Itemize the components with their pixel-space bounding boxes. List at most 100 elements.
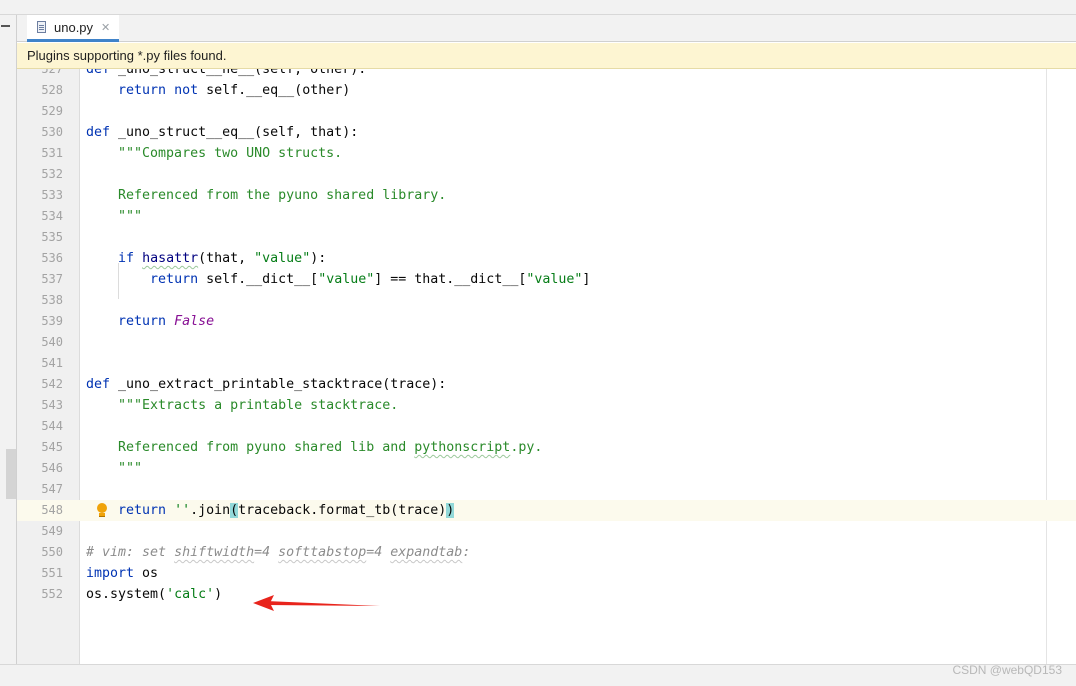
code-token: os.system( <box>86 587 167 602</box>
line-number: 535 <box>41 230 63 244</box>
code-line[interactable]: 536 if hasattr(that, "value"): <box>17 248 1076 269</box>
code-line[interactable]: 547 <box>17 479 1076 500</box>
line-number: 546 <box>41 461 63 475</box>
code-line[interactable]: 543 """Extracts a printable stacktrace. <box>17 395 1076 416</box>
keyword: return <box>118 503 167 518</box>
lightbulb-icon[interactable] <box>96 503 108 519</box>
line-number: 539 <box>41 314 63 328</box>
code-token: ] == that.__dict__[ <box>374 272 527 287</box>
notification-text: Plugins supporting *.py files found. <box>27 48 227 63</box>
code-line[interactable]: 550 # vim: set shiftwidth=4 softtabstop=… <box>17 542 1076 563</box>
top-strip <box>0 0 1076 15</box>
code-token: self.__dict__[ <box>198 272 319 287</box>
code-line[interactable]: 528 return not self.__eq__(other) <box>17 80 1076 101</box>
comment-token: =4 <box>254 545 279 560</box>
watermark-text: CSDN @webQD153 <box>952 663 1062 677</box>
plugin-notification-banner: Plugins supporting *.py files found. <box>17 43 1076 69</box>
code-line[interactable]: 552 os.system('calc') <box>17 584 1076 605</box>
comment: # vim: set shiftwidth=4 softtabstop=4 ex… <box>86 542 470 563</box>
code-line[interactable]: 530 def _uno_struct__eq__(self, that): <box>17 122 1076 143</box>
code-line[interactable]: 540 <box>17 332 1076 353</box>
code-token: ] <box>582 272 591 287</box>
code-editor[interactable]: 527 def _uno_struct__ne__(self, other): … <box>17 69 1076 664</box>
line-number: 550 <box>41 545 63 559</box>
matched-bracket: ( <box>230 503 239 518</box>
code-token: ) <box>214 587 223 602</box>
code-line[interactable]: 527 def _uno_struct__ne__(self, other): <box>17 69 1076 80</box>
docstring: """ <box>86 461 143 476</box>
code-line[interactable]: 542 def _uno_extract_printable_stacktrac… <box>17 374 1076 395</box>
line-number: 533 <box>41 188 63 202</box>
code-text: import os <box>86 563 158 584</box>
keyword: def <box>86 377 111 392</box>
code-line[interactable]: 539 return False <box>17 311 1076 332</box>
code-line[interactable]: 544 <box>17 416 1076 437</box>
code-line[interactable]: 534 """ <box>17 206 1076 227</box>
editor-tab-bar: uno.py ✕ <box>17 15 1076 42</box>
left-scrollbar-thumb[interactable] <box>6 449 16 499</box>
comment-token: softtabstop <box>278 545 367 560</box>
constant-keyword: False <box>174 314 215 329</box>
line-number: 540 <box>41 335 63 349</box>
tab-uno-py[interactable]: uno.py ✕ <box>27 15 119 42</box>
code-line[interactable]: 545 Referenced from pyuno shared lib and… <box>17 437 1076 458</box>
current-code-line[interactable]: 548 return ''.join(traceback.format_tb(t… <box>17 500 1076 521</box>
left-tool-strip <box>0 15 17 664</box>
code-line[interactable]: 533 Referenced from the pyuno shared lib… <box>17 185 1076 206</box>
line-number: 528 <box>41 83 63 97</box>
code-line[interactable]: 531 """Compares two UNO structs. <box>17 143 1076 164</box>
comment-token: =4 <box>366 545 391 560</box>
keyword: def <box>86 69 111 77</box>
line-number: 534 <box>41 209 63 223</box>
code-line[interactable]: 532 <box>17 164 1076 185</box>
matched-bracket: ) <box>446 503 455 518</box>
indent-guide <box>118 263 119 299</box>
line-number: 541 <box>41 356 63 370</box>
collapse-icon[interactable] <box>1 25 10 27</box>
status-bar <box>0 664 1076 686</box>
code-token: _uno_struct__eq__(self, that): <box>110 125 359 140</box>
line-number: 537 <box>41 272 63 286</box>
comment-token: # vim: set <box>86 545 175 560</box>
code-line[interactable]: 535 <box>17 227 1076 248</box>
builtin-function: hasattr <box>142 251 199 266</box>
line-number: 530 <box>41 125 63 139</box>
code-token: self.__eq__(other) <box>198 83 351 98</box>
keyword: return <box>118 83 167 98</box>
docstring-token: pythonscript <box>414 440 511 455</box>
keyword: not <box>174 83 199 98</box>
lightbulb-glass <box>97 503 107 513</box>
code-line[interactable]: 549 <box>17 521 1076 542</box>
code-token: os <box>134 566 159 581</box>
code-line[interactable]: 538 <box>17 290 1076 311</box>
line-number: 532 <box>41 167 63 181</box>
docstring: """ <box>86 209 143 224</box>
string-literal: "value" <box>526 272 583 287</box>
code-lines: 527 def _uno_struct__ne__(self, other): … <box>17 69 1076 605</box>
line-number: 549 <box>41 524 63 538</box>
close-icon[interactable]: ✕ <box>101 21 110 34</box>
keyword: def <box>86 125 111 140</box>
comment-token: expandtab <box>390 545 463 560</box>
line-number: 545 <box>41 440 63 454</box>
code-line[interactable]: 541 <box>17 353 1076 374</box>
code-text: if hasattr(that, "value"): <box>86 248 326 269</box>
line-number: 529 <box>41 104 63 118</box>
code-text: def _uno_struct__eq__(self, that): <box>86 122 358 143</box>
keyword: return <box>118 314 167 329</box>
code-line[interactable]: 551 import os <box>17 563 1076 584</box>
code-line[interactable]: 537 return self.__dict__["value"] == tha… <box>17 269 1076 290</box>
code-line[interactable]: 529 <box>17 101 1076 122</box>
line-number: 527 <box>41 69 63 76</box>
code-line[interactable]: 546 """ <box>17 458 1076 479</box>
code-text: return self.__dict__["value"] == that.__… <box>86 269 590 290</box>
code-token: ): <box>310 251 327 266</box>
line-number: 548 <box>41 503 63 517</box>
lightbulb-base <box>99 513 105 517</box>
code-text: return ''.join(traceback.format_tb(trace… <box>86 500 455 521</box>
code-text: os.system('calc') <box>86 584 222 605</box>
